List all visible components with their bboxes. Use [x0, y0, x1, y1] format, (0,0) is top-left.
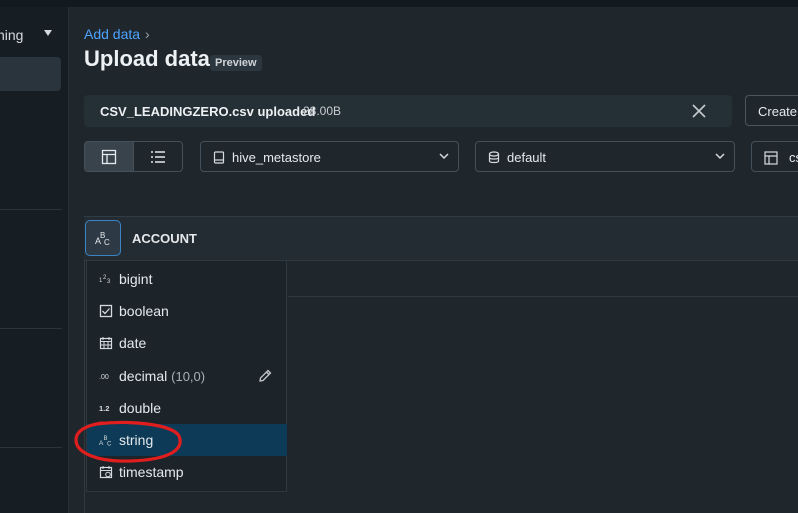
pencil-icon[interactable] — [257, 368, 273, 384]
upload-status-bar: CSV_LEADINGZERO.csv uploaded 28.00B — [84, 95, 732, 127]
close-icon[interactable] — [690, 102, 708, 120]
type-option-label: double — [119, 400, 162, 416]
column-type-button[interactable]: A B C — [85, 220, 121, 256]
double-type-icon: 1.2 — [99, 404, 109, 413]
type-option-label: boolean — [119, 303, 169, 319]
catalog-select[interactable]: hive_metastore — [200, 141, 459, 172]
column-type-menu: 1 2 3 bigint boolean date .00 decimal (1… — [86, 260, 287, 492]
uploaded-filename: CSV_LEADINGZERO.csv uploaded — [100, 104, 316, 119]
timestamp-icon — [99, 466, 113, 479]
svg-text:.00: .00 — [99, 374, 109, 381]
type-option-boolean[interactable]: boolean — [87, 295, 287, 327]
checkbox-icon — [99, 304, 113, 318]
schema-select[interactable]: default — [475, 141, 735, 172]
catalog-icon — [213, 151, 225, 164]
breadcrumb-add-data[interactable]: Add data — [84, 26, 140, 42]
column-header: A B C ACCOUNT — [84, 216, 798, 261]
string-type-icon: A B C — [99, 436, 112, 448]
workspace-switcher[interactable]: ning — [0, 21, 60, 49]
workspace-switcher-label: ning — [0, 27, 24, 43]
create-button-label: Create — [758, 104, 798, 119]
sidebar-divider — [0, 209, 62, 210]
calendar-icon — [99, 337, 113, 350]
column-name: ACCOUNT — [132, 231, 197, 246]
table-view-icon — [101, 149, 117, 165]
type-option-string[interactable]: A B C string — [87, 424, 287, 456]
type-option-double[interactable]: 1.2 double — [87, 392, 287, 424]
type-option-label: date — [119, 335, 147, 351]
integer-type-icon: 1 2 3 — [99, 275, 111, 285]
catalog-select-value: hive_metastore — [232, 150, 321, 165]
uploaded-filesize: 28.00B — [303, 104, 342, 118]
list-view-icon — [151, 151, 165, 163]
table-name-field[interactable]: cs — [751, 141, 798, 172]
breadcrumb-separator: › — [145, 26, 150, 42]
decimal-precision: (10,0) — [171, 369, 206, 384]
chevron-down-icon — [715, 153, 725, 160]
list-view-toggle[interactable] — [133, 141, 183, 172]
schema-select-value: default — [507, 150, 547, 165]
decimal-type-icon: .00 — [99, 374, 109, 381]
type-option-timestamp[interactable]: timestamp — [87, 456, 287, 488]
svg-text:C: C — [104, 238, 110, 247]
svg-text:1.2: 1.2 — [99, 404, 109, 413]
table-name-value: cs — [789, 150, 798, 165]
type-option-label: bigint — [119, 271, 153, 287]
page-title: Upload data — [84, 46, 210, 71]
sidebar: ning — [0, 7, 69, 513]
preview-badge: Preview — [210, 55, 262, 71]
type-option-label: string — [119, 432, 154, 448]
grid-line — [84, 259, 85, 513]
caret-down-icon — [44, 30, 52, 36]
table-view-toggle[interactable] — [84, 141, 134, 172]
table-icon — [764, 151, 778, 165]
type-option-bigint[interactable]: 1 2 3 bigint — [87, 263, 287, 295]
database-icon — [488, 151, 500, 164]
type-option-label: timestamp — [119, 464, 184, 480]
grid-line — [288, 296, 798, 297]
type-option-decimal[interactable]: .00 decimal (10,0) — [87, 360, 287, 392]
sidebar-divider — [0, 328, 62, 329]
svg-text:C: C — [107, 442, 112, 448]
chevron-down-icon — [439, 153, 449, 160]
create-button[interactable]: Create — [745, 95, 798, 126]
type-option-date[interactable]: date — [87, 327, 287, 359]
type-option-label: decimal — [119, 368, 168, 384]
svg-text:3: 3 — [107, 279, 111, 285]
string-type-icon: A B C — [95, 231, 110, 247]
top-bar — [0, 0, 798, 7]
sidebar-divider — [0, 447, 62, 448]
sidebar-item-selected[interactable] — [0, 57, 61, 91]
